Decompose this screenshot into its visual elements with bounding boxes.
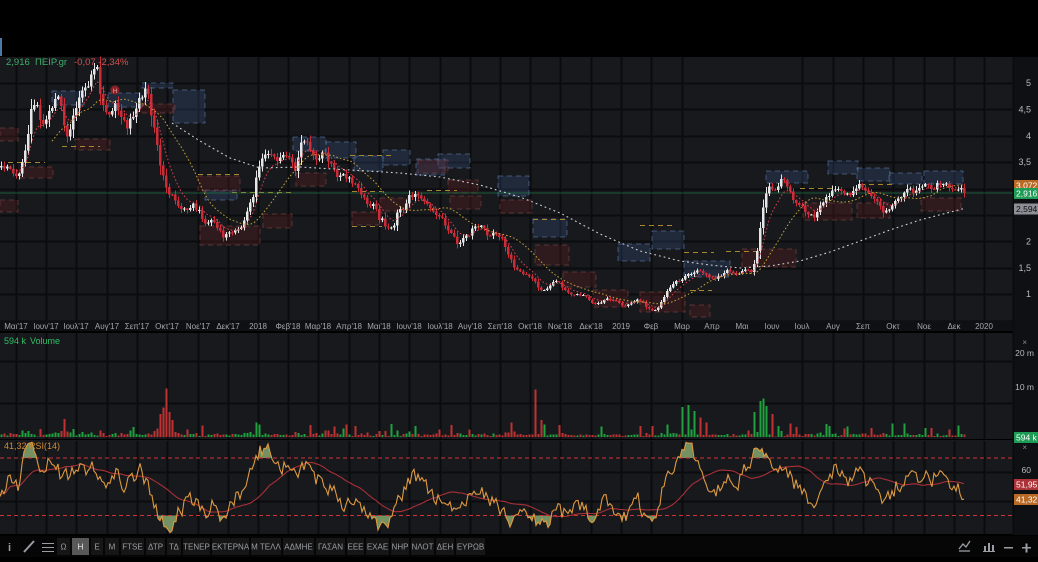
svg-text:×: × <box>1022 443 1027 452</box>
svg-text:ΔΤΡ: ΔΤΡ <box>148 543 163 552</box>
svg-text:Ε: Ε <box>94 543 99 552</box>
svg-text:Αυγ'18: Αυγ'18 <box>458 322 483 331</box>
svg-text:Οκτ: Οκτ <box>886 322 900 331</box>
svg-text:Ιουλ'17: Ιουλ'17 <box>63 322 89 331</box>
svg-text:Volume: Volume <box>30 336 60 346</box>
svg-text:1,5: 1,5 <box>1018 263 1031 273</box>
svg-text:Νοε'18: Νοε'18 <box>548 322 573 331</box>
svg-text:ΔΕΗ: ΔΕΗ <box>437 543 454 552</box>
svg-text:Σεπ'17: Σεπ'17 <box>125 322 150 331</box>
svg-text:×: × <box>1022 338 1027 347</box>
svg-text:Σεπ'18: Σεπ'18 <box>488 322 513 331</box>
svg-text:-0,07 -2,34%: -0,07 -2,34% <box>74 57 129 68</box>
svg-text:Φεβ: Φεβ <box>644 322 659 331</box>
svg-text:Ιουν'18: Ιουν'18 <box>396 322 422 331</box>
svg-text:ΕΕΕ: ΕΕΕ <box>347 543 363 552</box>
svg-text:2: 2 <box>1026 236 1031 246</box>
svg-text:60: 60 <box>1022 465 1032 475</box>
svg-text:Απρ: Απρ <box>704 322 720 331</box>
svg-text:Μαι'18: Μαι'18 <box>367 322 391 331</box>
svg-text:2,916: 2,916 <box>1016 189 1038 199</box>
svg-text:20 m: 20 m <box>1015 348 1034 358</box>
svg-text:2,916: 2,916 <box>6 57 30 68</box>
svg-text:Ιουλ'18: Ιουλ'18 <box>427 322 453 331</box>
svg-text:Αυγ: Αυγ <box>826 322 840 331</box>
svg-text:Μ ΤΕΛΛ: Μ ΤΕΛΛ <box>251 543 281 552</box>
svg-text:Μαρ: Μαρ <box>674 322 690 331</box>
svg-text:ΕΚΤΕΡΝΑ: ΕΚΤΕΡΝΑ <box>212 543 250 552</box>
svg-text:ΕΥΡΩΒ: ΕΥΡΩΒ <box>457 543 484 552</box>
svg-text:Μ: Μ <box>109 543 116 552</box>
svg-text:2,594: 2,594 <box>1016 204 1038 214</box>
svg-text:Η: Η <box>78 543 84 552</box>
svg-text:ΤΕΝΕΡ: ΤΕΝΕΡ <box>183 543 210 552</box>
svg-text:Ιουλ: Ιουλ <box>794 322 809 331</box>
svg-text:5: 5 <box>1026 78 1031 88</box>
svg-text:Ιουν: Ιουν <box>764 322 779 331</box>
svg-text:4,5: 4,5 <box>1018 104 1031 114</box>
svg-text:Δεκ'17: Δεκ'17 <box>216 322 240 331</box>
svg-text:594 k: 594 k <box>1016 433 1038 443</box>
svg-text:Αυγ'17: Αυγ'17 <box>95 322 120 331</box>
svg-text:Μαρ'18: Μαρ'18 <box>305 322 332 331</box>
svg-text:Νοε'17: Νοε'17 <box>186 322 211 331</box>
svg-text:ΕΧΑΕ: ΕΧΑΕ <box>367 543 388 552</box>
svg-text:1: 1 <box>1026 289 1031 299</box>
svg-text:594 k: 594 k <box>4 336 27 346</box>
svg-text:Δεκ: Δεκ <box>948 322 962 331</box>
svg-text:Μαι: Μαι <box>735 322 748 331</box>
svg-text:ΓΑΣΑΝ: ΓΑΣΑΝ <box>318 543 343 552</box>
svg-text:2020: 2020 <box>975 322 993 331</box>
svg-text:10 m: 10 m <box>1015 382 1034 392</box>
svg-text:3,5: 3,5 <box>1018 157 1031 167</box>
svg-text:41,32 RSI(14): 41,32 RSI(14) <box>4 441 60 451</box>
svg-text:Σεπ: Σεπ <box>856 322 871 331</box>
svg-text:Μαι'17: Μαι'17 <box>4 322 28 331</box>
svg-text:Οκτ'18: Οκτ'18 <box>518 322 542 331</box>
svg-text:ΝΗΡ: ΝΗΡ <box>392 543 409 552</box>
svg-text:FTSE: FTSE <box>122 543 142 552</box>
svg-text:H: H <box>113 89 117 95</box>
svg-text:ΤΔ: ΤΔ <box>169 543 179 552</box>
svg-text:Απρ'18: Απρ'18 <box>336 322 362 331</box>
svg-text:Ω: Ω <box>61 543 67 552</box>
svg-text:Δεκ'18: Δεκ'18 <box>579 322 603 331</box>
svg-text:Νοε: Νοε <box>917 322 931 331</box>
svg-text:ΑΔΜΗΕ: ΑΔΜΗΕ <box>284 543 312 552</box>
svg-text:51,95: 51,95 <box>1016 479 1038 489</box>
svg-text:2019: 2019 <box>612 322 630 331</box>
svg-text:ΠΕΙΡ.gr: ΠΕΙΡ.gr <box>35 57 67 68</box>
svg-text:4: 4 <box>1026 131 1031 141</box>
svg-text:41,32: 41,32 <box>1016 495 1038 505</box>
svg-text:Φεβ'18: Φεβ'18 <box>276 322 302 331</box>
svg-text:ΝΛΟΤ: ΝΛΟΤ <box>411 543 433 552</box>
svg-text:Ιουν'17: Ιουν'17 <box>33 322 59 331</box>
svg-text:i: i <box>8 542 11 554</box>
svg-text:Οκτ'17: Οκτ'17 <box>155 322 179 331</box>
svg-text:2018: 2018 <box>249 322 267 331</box>
